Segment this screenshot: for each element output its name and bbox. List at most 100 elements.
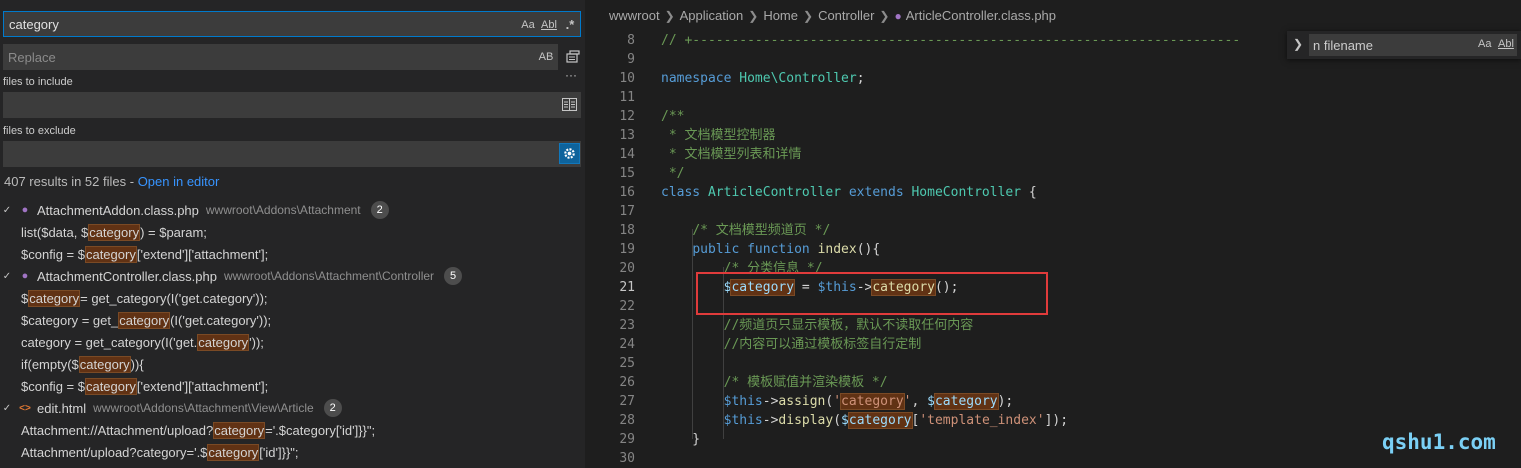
- line-source: $this->assign('category', $category);: [661, 392, 1013, 411]
- find-widget[interactable]: ❯ n filename Aa Abl: [1287, 31, 1521, 59]
- code-line[interactable]: 10 namespace Home\Controller;: [595, 69, 1521, 88]
- code-line[interactable]: 28 $this->display($category['template_in…: [595, 411, 1521, 430]
- line-number: 29: [619, 432, 635, 447]
- result-match-row[interactable]: $category = get_category(I('get.category…: [21, 287, 268, 309]
- code-editor[interactable]: wwwroot ❯ Application ❯ Home ❯ Controller ❯ ● Art…: [595, 0, 1521, 468]
- code-line[interactable]: 24 //内容可以通过模板标签自行定制: [595, 335, 1521, 354]
- line-source: * 文档模型控制器: [661, 126, 776, 145]
- results-count-text: 407 results in 52 files -: [4, 174, 138, 189]
- result-match-row[interactable]: $config = $ category ['extend']['attachmen…: [21, 375, 268, 397]
- chevron-down-icon[interactable]: ✓: [0, 271, 14, 282]
- line-source: /**: [661, 107, 684, 126]
- code-line[interactable]: 12 /**: [595, 107, 1521, 126]
- files-to-include-label: files to include: [3, 76, 73, 88]
- replace-input[interactable]: [3, 44, 558, 70]
- preserve-case-toggle[interactable]: AB: [536, 48, 556, 65]
- match-suffix: ='.$category['id']}}";: [265, 422, 376, 438]
- match-prefix: $: [21, 290, 29, 306]
- php-elephant-icon: ●: [21, 270, 29, 282]
- breadcrumb-item[interactable]: ArticleController.class.php: [906, 8, 1056, 23]
- result-match-row[interactable]: Attachment/upload?category='.$ category ['…: [21, 441, 299, 463]
- result-match-row[interactable]: $config = $ category ['extend']['attachmen…: [21, 243, 268, 265]
- result-file-row[interactable]: ✓ ● AttachmentController.class.php wwwroot\…: [0, 265, 585, 287]
- code-line[interactable]: 27 $this->assign('category', $category);: [595, 392, 1521, 411]
- line-number: 24: [619, 337, 635, 352]
- open-editors-book-icon[interactable]: [562, 98, 577, 111]
- chevron-down-icon[interactable]: ✓: [0, 403, 14, 414]
- find-input[interactable]: n filename Aa Abl: [1309, 34, 1517, 56]
- result-file-row[interactable]: ✓ <> edit.html wwwroot\Addons\Attachment\Vi…: [0, 397, 585, 419]
- find-match-case-toggle[interactable]: Aa: [1478, 38, 1491, 50]
- result-match-row[interactable]: if(empty($ category)){: [21, 353, 144, 375]
- code-token: category: [847, 412, 913, 429]
- replace-all-button[interactable]: [563, 46, 583, 68]
- open-in-editor-link[interactable]: Open in editor: [138, 174, 220, 189]
- line-number: 27: [619, 394, 635, 409]
- code-line[interactable]: 14 * 文档模型列表和详情: [595, 145, 1521, 164]
- code-line[interactable]: 26 /* 模板赋值并渲染模板 */: [595, 373, 1521, 392]
- use-exclude-settings-toggle[interactable]: [559, 143, 580, 164]
- search-input-box[interactable]: Aa Abl .*: [3, 11, 581, 37]
- breadcrumb: wwwroot ❯ Application ❯ Home ❯ Controller ❯ ● Art…: [609, 8, 1056, 23]
- code-token: ;: [856, 71, 865, 86]
- breadcrumb-item[interactable]: Application: [680, 8, 744, 23]
- more-options-icon[interactable]: ···: [560, 68, 582, 82]
- code-token: (: [833, 413, 842, 428]
- code-token: //频道页只显示模板，默认不读取任何内容: [723, 318, 974, 333]
- code-line[interactable]: 23 //频道页只显示模板，默认不读取任何内容: [595, 316, 1521, 335]
- result-match-row[interactable]: $category = get_category(I('get.category…: [21, 309, 271, 331]
- breadcrumb-item[interactable]: Controller: [818, 8, 874, 23]
- breadcrumb-item[interactable]: Home: [763, 8, 798, 23]
- search-input[interactable]: [4, 12, 580, 36]
- result-count-badge: 5: [444, 267, 463, 285]
- line-source: //内容可以通过模板标签自行定制: [661, 335, 922, 354]
- code-line[interactable]: 13 * 文档模型控制器: [595, 126, 1521, 145]
- files-to-include-input[interactable]: [3, 92, 581, 118]
- replace-input-box[interactable]: AB: [3, 44, 558, 70]
- code-token: category: [840, 393, 905, 410]
- match-suffix: ) = $param;: [140, 224, 207, 240]
- match-prefix: category = get_category(I('get.: [21, 334, 198, 350]
- match-suffix: ['extend']['attachment'];: [136, 378, 269, 394]
- line-source: class ArticleController extends HomeCont…: [661, 183, 1037, 202]
- match-suffix: )){: [130, 356, 144, 372]
- chevron-down-icon[interactable]: ✓: [0, 205, 14, 216]
- code-token: * 文档模型列表和详情: [661, 147, 802, 162]
- result-match-row[interactable]: Attachment://Attachment/upload? category =…: [21, 419, 375, 441]
- code-line[interactable]: 25: [595, 354, 1521, 373]
- match-suffix: (I('get.category'));: [170, 312, 272, 328]
- replace-all-icon: [566, 50, 580, 63]
- regex-toggle[interactable]: .*: [561, 16, 579, 33]
- match-highlight: category: [213, 421, 266, 439]
- files-to-exclude-input[interactable]: [3, 141, 581, 167]
- match-case-toggle[interactable]: Aa: [519, 16, 537, 33]
- files-to-exclude-label: files to exclude: [3, 125, 76, 137]
- result-count-badge: 2: [323, 399, 342, 417]
- line-number: 13: [619, 128, 635, 143]
- code-line[interactable]: 17: [595, 202, 1521, 221]
- line-number: 19: [619, 242, 635, 257]
- code-line[interactable]: 15 */: [595, 164, 1521, 183]
- code-line[interactable]: 19 public function index(){: [595, 240, 1521, 259]
- code-token: ]);: [1044, 413, 1069, 428]
- code-line[interactable]: 18 /* 文档模型频道页 */: [595, 221, 1521, 240]
- result-file-row[interactable]: ✓ ● AttachmentAddon.class.php wwwroot\Addon…: [0, 199, 585, 221]
- code-line[interactable]: 16 class ArticleController extends HomeCo…: [595, 183, 1521, 202]
- line-source: namespace Home\Controller;: [661, 69, 865, 88]
- find-whole-word-toggle[interactable]: Abl: [1498, 38, 1514, 50]
- match-suffix: ['extend']['attachment'];: [136, 246, 269, 262]
- code-token: class: [661, 185, 701, 200]
- breadcrumb-item[interactable]: wwwroot: [609, 8, 660, 23]
- code-token: $: [841, 413, 849, 428]
- line-number: 26: [619, 375, 635, 390]
- whole-word-toggle[interactable]: Abl: [540, 16, 558, 33]
- result-match-row[interactable]: category = get_category(I('get. category '…: [21, 331, 264, 353]
- html-brackets-icon: <>: [19, 402, 31, 414]
- code-token: ->: [762, 394, 779, 409]
- code-line[interactable]: 11: [595, 88, 1521, 107]
- result-match-row[interactable]: list($data, $ category) = $param;: [21, 221, 207, 243]
- toggle-replace-chevron-icon[interactable]: ❯: [1293, 37, 1303, 51]
